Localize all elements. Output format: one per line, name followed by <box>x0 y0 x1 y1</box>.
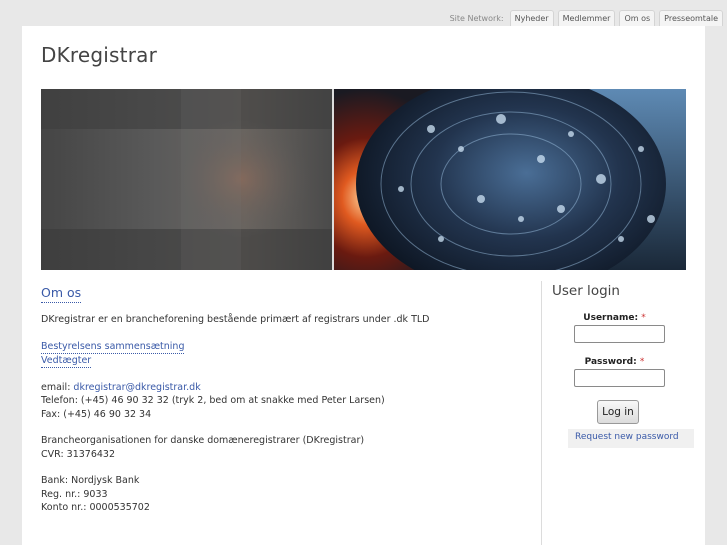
link-board-composition[interactable]: Bestyrelsens sammensætning <box>41 341 185 354</box>
organization-name: Brancheorganisationen for danske domæner… <box>41 435 365 446</box>
site-network-bar: Site Network: Nyheder Medlemmer Om os Pr… <box>450 10 723 26</box>
banner-graphic <box>41 89 686 270</box>
required-marker: * <box>641 313 646 323</box>
email-link[interactable]: dkregistrar@dkregistrar.dk <box>73 382 200 393</box>
login-title: User login <box>552 283 620 299</box>
content-links: Bestyrelsens sammensætning Vedtægter <box>41 340 521 368</box>
link-bylaws[interactable]: Vedtægter <box>41 355 92 368</box>
login-button[interactable]: Log in <box>597 400 639 424</box>
password-input[interactable] <box>574 369 665 387</box>
network-tab-presseomtale[interactable]: Presseomtale <box>659 10 723 26</box>
network-tab-nyheder[interactable]: Nyheder <box>509 10 554 26</box>
fax-line: Fax: (+45) 46 90 32 34 <box>41 408 152 420</box>
organization-info: Brancheorganisationen for danske domæner… <box>41 434 521 461</box>
bank-info: Bank: Nordjysk Bank Reg. nr.: 9033 Konto… <box>41 474 521 515</box>
email-line: email: dkregistrar@dkregistrar.dk <box>41 381 521 395</box>
phone-line: Telefon: (+45) 46 90 32 32 (tryk 2, bed … <box>41 395 385 406</box>
email-label: email: <box>41 381 74 393</box>
password-label: Password: * <box>552 357 677 367</box>
bank-account-number: Konto nr.: 0000535702 <box>41 502 150 513</box>
site-title[interactable]: DKregistrar <box>41 43 157 67</box>
header-banner-image <box>41 89 686 270</box>
cvr-number: CVR: 31376432 <box>41 448 116 460</box>
sidebar-divider <box>541 281 542 545</box>
bank-reg-number: Reg. nr.: 9033 <box>41 488 108 500</box>
network-tab-om-os[interactable]: Om os <box>619 10 656 26</box>
username-label-text: Username: <box>583 313 639 323</box>
request-new-password-link[interactable]: Request new password <box>575 432 679 442</box>
page-container: DKregistrar Om os DKregistrar er en bran… <box>22 26 705 545</box>
username-label: Username: * <box>552 313 677 323</box>
login-sidebar: User login Username: * Password: * Log i… <box>552 283 702 448</box>
request-password-box: Request new password <box>568 429 694 448</box>
contact-info: email: dkregistrar@dkregistrar.dk Telefo… <box>41 381 521 422</box>
bank-name: Bank: Nordjysk Bank <box>41 475 140 486</box>
password-label-text: Password: <box>584 357 637 367</box>
intro-text: DKregistrar er en brancheforening beståe… <box>41 314 430 325</box>
content-heading[interactable]: Om os <box>41 285 82 303</box>
main-content: Om os DKregistrar er en brancheforening … <box>41 285 521 515</box>
network-tab-medlemmer[interactable]: Medlemmer <box>557 10 616 26</box>
username-input[interactable] <box>574 325 665 343</box>
site-network-label: Site Network: <box>449 13 504 23</box>
required-marker: * <box>639 357 645 367</box>
